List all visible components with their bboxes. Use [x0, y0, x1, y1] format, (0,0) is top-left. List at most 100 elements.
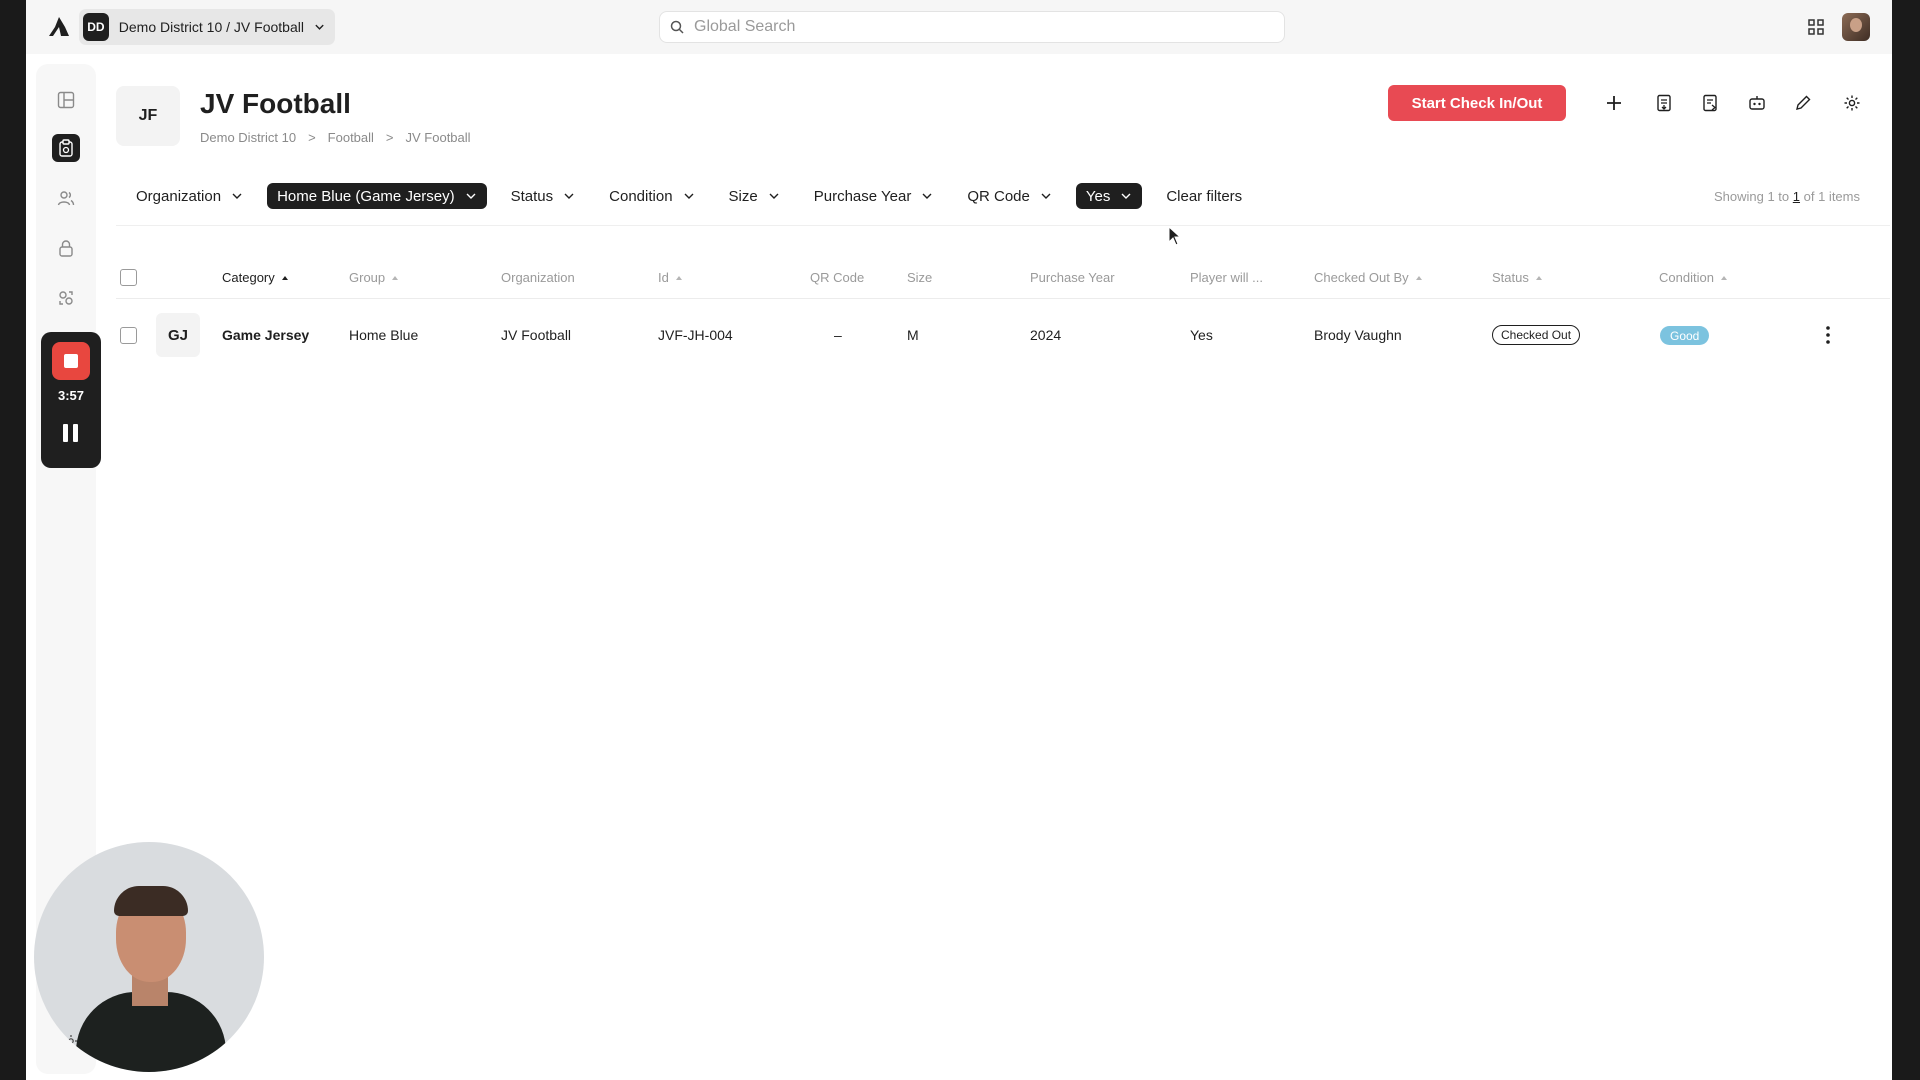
column-label: Player will ... — [1190, 270, 1263, 285]
sidebar-item-people[interactable] — [52, 184, 80, 212]
gear-icon[interactable] — [64, 1034, 78, 1048]
filter-qr-code[interactable]: QR Code — [957, 183, 1062, 209]
filter-label: Condition — [609, 187, 673, 205]
column-label: QR Code — [810, 270, 865, 285]
app-logo-icon[interactable] — [46, 14, 72, 40]
filter-player-will[interactable]: Yes — [1075, 183, 1143, 209]
sort-icon — [1535, 275, 1542, 280]
row-checkbox[interactable] — [120, 327, 137, 344]
top-bar: DD Demo District 10 / JV Football — [26, 0, 1892, 54]
chevron-down-icon — [922, 193, 932, 199]
workspace-switcher[interactable]: DD Demo District 10 / JV Football — [79, 9, 335, 45]
filter-label: Organization — [136, 187, 222, 205]
plus-icon — [1607, 96, 1621, 110]
edit-button[interactable] — [1791, 91, 1815, 115]
stop-recording-button[interactable] — [52, 342, 90, 380]
cell-category[interactable]: Game Jersey — [222, 327, 309, 343]
pencil-icon — [1796, 95, 1811, 110]
cell-purchase-year: 2024 — [1030, 327, 1062, 343]
add-button[interactable] — [1602, 91, 1626, 115]
chevron-down-icon — [684, 193, 694, 199]
column-label: Group — [349, 270, 386, 285]
pagination-page[interactable]: 1 — [1793, 189, 1800, 204]
cell-group: Home Blue — [349, 327, 419, 343]
layout-icon — [57, 91, 75, 109]
column-header-size[interactable]: Size — [907, 270, 932, 285]
column-label: Checked Out By — [1314, 270, 1409, 285]
workspace-label: Demo District 10 / JV Football — [118, 19, 304, 35]
chevron-down-icon — [315, 24, 324, 30]
column-header-id[interactable]: Id — [658, 270, 683, 285]
clipboard-icon — [59, 139, 73, 157]
filter-group[interactable]: Home Blue (Game Jersey) — [267, 183, 487, 209]
robot-icon — [1749, 96, 1765, 110]
filter-condition[interactable]: Condition — [599, 183, 704, 209]
column-label: Organization — [501, 270, 575, 285]
pagination-suffix: of 1 items — [1803, 189, 1860, 204]
column-label: Size — [907, 270, 933, 285]
column-header-qr-code[interactable]: QR Code — [810, 270, 864, 285]
filter-label: QR Code — [967, 187, 1030, 205]
select-all-checkbox[interactable] — [120, 269, 137, 286]
bot-button[interactable] — [1745, 91, 1769, 115]
filter-label: Yes — [1085, 187, 1111, 205]
status-badge: Checked Out — [1492, 325, 1581, 345]
cell-player-will: Yes — [1190, 327, 1213, 343]
export-button[interactable] — [1698, 91, 1722, 115]
global-search[interactable] — [659, 11, 1285, 43]
chevron-down-icon — [769, 193, 779, 199]
chevron-down-icon — [1041, 193, 1051, 199]
chevron-down-icon — [466, 193, 476, 199]
filter-organization[interactable]: Organization — [126, 183, 253, 209]
pause-icon[interactable] — [63, 424, 79, 442]
filter-label: Status — [510, 187, 554, 205]
filter-bar: Organization Home Blue (Game Jersey) Sta… — [126, 182, 1252, 210]
column-label: Condition — [1659, 270, 1714, 285]
screen-recorder: 3:57 — [41, 332, 101, 468]
page-title: JV Football — [200, 88, 351, 119]
chevron-down-icon — [1121, 193, 1131, 199]
column-header-condition[interactable]: Condition — [1659, 270, 1728, 285]
column-label: Status — [1492, 270, 1529, 285]
breadcrumb-separator: > — [308, 130, 316, 145]
workspace-badge: DD — [83, 13, 109, 41]
search-icon — [670, 20, 684, 34]
start-check-in-out-button[interactable]: Start Check In/Out — [1388, 85, 1566, 121]
column-header-group[interactable]: Group — [349, 270, 399, 285]
filter-size[interactable]: Size — [719, 183, 790, 209]
sidebar-item-sync[interactable] — [52, 284, 80, 312]
filter-status[interactable]: Status — [501, 183, 586, 209]
user-avatar[interactable] — [1842, 13, 1870, 41]
team-avatar: JF — [116, 86, 180, 146]
column-header-checked-out-by[interactable]: Checked Out By — [1314, 270, 1423, 285]
divider — [116, 225, 1890, 226]
breadcrumb-district[interactable]: Demo District 10 — [200, 130, 296, 145]
settings-button[interactable] — [1840, 91, 1864, 115]
chevron-down-icon — [232, 193, 242, 199]
recording-timer: 3:57 — [57, 388, 85, 403]
import-button[interactable] — [1652, 91, 1676, 115]
breadcrumb: Demo District 10 > Football > JV Footbal… — [200, 130, 471, 145]
column-header-organization[interactable]: Organization — [501, 270, 575, 285]
search-input[interactable] — [694, 18, 1254, 36]
column-header-purchase-year[interactable]: Purchase Year — [1030, 270, 1115, 285]
filter-label: Purchase Year — [813, 187, 912, 205]
filter-purchase-year[interactable]: Purchase Year — [804, 183, 944, 209]
column-header-category[interactable]: Category — [222, 270, 289, 285]
sidebar-item-dashboard[interactable] — [52, 86, 80, 114]
sidebar-item-security[interactable] — [52, 234, 80, 262]
breadcrumb-team[interactable]: JV Football — [406, 130, 471, 145]
breadcrumb-sport[interactable]: Football — [328, 130, 374, 145]
more-options-icon[interactable] — [1822, 324, 1834, 346]
column-header-player-will[interactable]: Player will ... — [1190, 270, 1263, 285]
chevron-down-icon — [564, 193, 574, 199]
clear-filters-button[interactable]: Clear filters — [1156, 188, 1252, 205]
column-label: Id — [658, 270, 669, 285]
app-window: DD Demo District 10 / JV Football Global… — [26, 0, 1892, 1080]
sidebar-item-inventory[interactable] — [52, 134, 80, 162]
cell-id: JVF-JH-004 — [658, 327, 733, 343]
document-export-icon — [1703, 94, 1717, 112]
column-header-status[interactable]: Status — [1492, 270, 1543, 285]
filter-label: Home Blue (Game Jersey) — [277, 187, 455, 205]
apps-grid-icon[interactable] — [1806, 17, 1826, 37]
